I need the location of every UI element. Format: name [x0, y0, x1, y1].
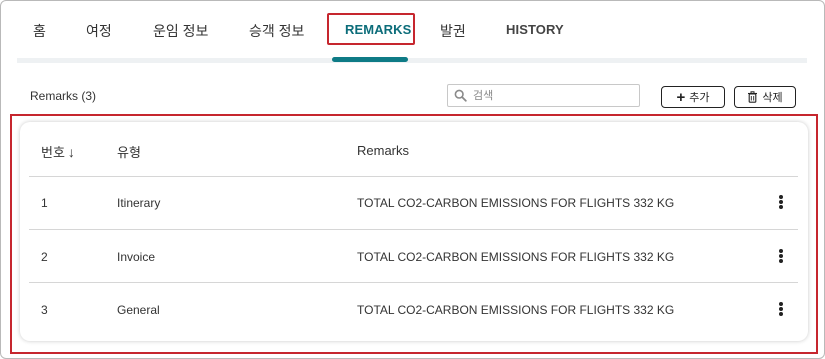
row-divider	[29, 229, 798, 230]
sort-descending-icon[interactable]: ↓	[68, 144, 75, 160]
column-header-number-label: 번호	[41, 145, 65, 160]
delete-button-label: 삭제	[762, 92, 783, 104]
row-3-type: General	[117, 303, 160, 317]
tab-passenger-info[interactable]: 승객 정보	[249, 21, 304, 41]
row-2-more-vertical-icon[interactable]	[776, 248, 786, 264]
tab-bar-divider	[17, 58, 807, 63]
plus-icon: +	[676, 88, 686, 106]
search-input[interactable]	[473, 87, 633, 104]
row-divider	[29, 176, 798, 177]
tab-history[interactable]: HISTORY	[506, 22, 564, 37]
remarks-panel: 홈 여정 운임 정보 승객 정보 REMARKS 발권 HISTORY Rema…	[0, 0, 825, 359]
trash-icon	[748, 91, 758, 103]
row-1-number: 1	[41, 196, 48, 210]
active-tab-indicator	[332, 57, 408, 62]
tab-itinerary[interactable]: 여정	[86, 21, 112, 41]
row-2-type: Invoice	[117, 250, 156, 264]
column-header-type[interactable]: 유형	[117, 142, 141, 161]
row-3-more-vertical-icon[interactable]	[776, 301, 786, 317]
add-remark-button[interactable]: + 추가	[661, 86, 725, 108]
add-button-label: 추가	[689, 92, 710, 104]
delete-remark-button[interactable]: 삭제	[734, 86, 796, 108]
search-icon	[454, 89, 467, 102]
column-header-remarks[interactable]: Remarks	[357, 143, 409, 158]
row-3-number: 3	[41, 303, 48, 317]
tab-fare-info[interactable]: 운임 정보	[153, 21, 208, 41]
row-1-remarks: TOTAL CO2-CARBON EMISSIONS FOR FLIGHTS 3…	[357, 196, 675, 210]
row-3-remarks: TOTAL CO2-CARBON EMISSIONS FOR FLIGHTS 3…	[357, 303, 675, 317]
row-1-type: Itinerary	[117, 196, 161, 210]
tab-home[interactable]: 홈	[33, 21, 46, 41]
remarks-count-label: Remarks (3)	[30, 89, 97, 103]
row-2-remarks: TOTAL CO2-CARBON EMISSIONS FOR FLIGHTS 3…	[357, 250, 675, 264]
row-2-number: 2	[41, 250, 48, 264]
search-box[interactable]	[447, 84, 640, 107]
tab-ticketing[interactable]: 발권	[440, 21, 466, 41]
column-header-number[interactable]: 번호 ↓	[41, 142, 75, 161]
row-divider	[29, 282, 798, 283]
row-1-more-vertical-icon[interactable]	[776, 194, 786, 210]
active-tab-highlight-box	[327, 13, 415, 45]
